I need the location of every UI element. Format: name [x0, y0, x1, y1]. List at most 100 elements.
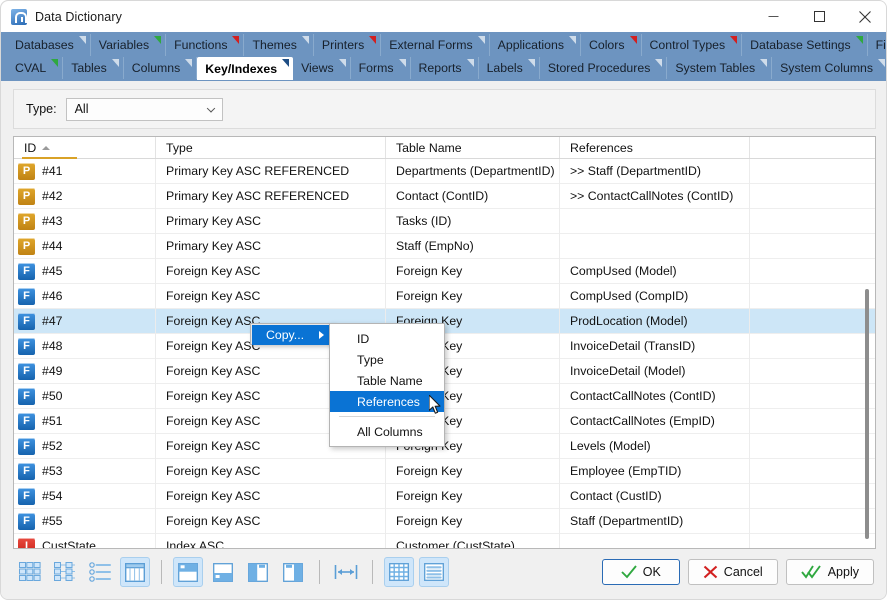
primary-key-icon: P: [18, 237, 35, 255]
table-row[interactable]: I CustState Index ASC Customer (CustState): [14, 533, 875, 548]
tab-label: System Columns: [780, 61, 874, 75]
tab-forms[interactable]: Forms: [350, 57, 411, 79]
ok-button[interactable]: OK: [601, 559, 680, 585]
cell-id-label: #46: [42, 289, 63, 303]
cell-references-label: CompUsed (Model): [570, 264, 677, 278]
column-header-blank[interactable]: [750, 137, 875, 158]
bottom-toolbar: OK Cancel Apply: [1, 551, 886, 599]
tab-label: Views: [301, 61, 334, 75]
context-menu-item-type[interactable]: Type: [330, 349, 444, 370]
cell-type-label: Primary Key ASC: [166, 214, 261, 228]
tab-tables[interactable]: Tables: [63, 57, 124, 79]
tab-databases[interactable]: Databases: [7, 34, 91, 56]
cell-type: Primary Key ASC REFERENCED: [156, 183, 386, 209]
tab-themes[interactable]: Themes: [244, 34, 314, 56]
tab-reports[interactable]: Reports: [410, 57, 479, 79]
cell-references-label: >> ContactCallNotes (ContID): [570, 189, 734, 203]
list-view-icon[interactable]: [85, 557, 115, 587]
column-header-type[interactable]: Type: [156, 137, 386, 158]
context-menu-item-table-name[interactable]: Table Name: [330, 370, 444, 391]
tab-variables[interactable]: Variables: [90, 34, 167, 56]
tab-control-types[interactable]: Control Types: [641, 34, 743, 56]
cell-table-name: Foreign Key: [386, 508, 560, 534]
grid-vertical-scrollbar[interactable]: [861, 139, 873, 546]
tab-label: Database Settings: [750, 38, 851, 52]
tab-functions[interactable]: Functions: [166, 34, 245, 56]
cell-type-label: Foreign Key ASC: [166, 264, 261, 278]
tree-view-icon[interactable]: [50, 557, 80, 587]
maximize-button[interactable]: [796, 1, 842, 32]
layout-left-icon[interactable]: [243, 557, 273, 587]
apply-button[interactable]: Apply: [785, 559, 874, 585]
column-header-id[interactable]: ID: [14, 137, 156, 159]
cell-id: F #45: [14, 258, 156, 284]
table-row[interactable]: P #43 Primary Key ASC Tasks (ID): [14, 208, 875, 234]
tab-files[interactable]: Files: [867, 34, 886, 56]
tab-database-settings[interactable]: Database Settings: [742, 34, 868, 56]
tab-label: Labels: [486, 61, 523, 75]
tab-label: External Forms: [389, 38, 473, 52]
layout-top-icon[interactable]: [173, 557, 203, 587]
context-menu-item-references[interactable]: References: [330, 391, 444, 412]
cell-references: Staff (DepartmentID): [560, 508, 750, 534]
scrollbar-thumb[interactable]: [865, 289, 869, 539]
type-filter-select[interactable]: All: [65, 97, 223, 121]
cell-type: Primary Key ASC: [156, 233, 386, 259]
cell-id-label: #45: [42, 264, 63, 278]
table-row[interactable]: F #55 Foreign Key ASC Foreign Key Staff (Dep…: [14, 508, 875, 534]
tab-printers[interactable]: Printers: [313, 34, 382, 56]
tab-applications[interactable]: Applications: [489, 34, 581, 56]
cell-table-name-label: Foreign Key: [396, 289, 463, 303]
column-header-label: ID: [24, 140, 37, 155]
cell-references-label: Contact (CustID): [570, 489, 662, 503]
layout-right-icon[interactable]: [278, 557, 308, 587]
cell-type-label: Primary Key ASC REFERENCED: [166, 164, 350, 178]
table-row[interactable]: F #53 Foreign Key ASC Foreign Key Employee (…: [14, 458, 875, 484]
table-row[interactable]: F #45 Foreign Key ASC Foreign Key CompUsed (…: [14, 258, 875, 284]
fit-width-icon[interactable]: [331, 557, 361, 587]
table-row[interactable]: F #54 Foreign Key ASC Foreign Key Contact (C…: [14, 483, 875, 509]
table-row[interactable]: P #42 Primary Key ASC REFERENCED Contact (C…: [14, 183, 875, 209]
cell-id: F #53: [14, 458, 156, 484]
tab-stored-procedures[interactable]: Stored Procedures: [539, 57, 668, 79]
cell-table-name-label: Foreign Key: [396, 489, 463, 503]
cell-references: [560, 208, 750, 234]
tab-colors[interactable]: Colors: [580, 34, 642, 56]
cell-blank: [750, 509, 875, 534]
table-row[interactable]: P #44 Primary Key ASC Staff (EmpNo): [14, 233, 875, 259]
table-grid-icon[interactable]: [384, 557, 414, 587]
cell-references: ContactCallNotes (EmpID): [560, 408, 750, 434]
layout-bottom-icon[interactable]: [208, 557, 238, 587]
tab-external-forms[interactable]: External Forms: [381, 34, 490, 56]
table-rows-icon[interactable]: [419, 557, 449, 587]
cell-references-label: ContactCallNotes (EmpID): [570, 414, 715, 428]
column-header-references[interactable]: References: [560, 137, 750, 158]
submenu-arrow-icon: [319, 331, 324, 339]
tab-system-columns[interactable]: System Columns: [772, 57, 886, 79]
tab-label: Variables: [98, 38, 150, 52]
tab-views[interactable]: Views: [293, 57, 351, 79]
cell-table-name: Tasks (ID): [386, 208, 560, 234]
context-menu-item-all-columns[interactable]: All Columns: [330, 421, 444, 442]
minimize-button[interactable]: [750, 1, 796, 32]
foreign-key-icon: F: [18, 287, 35, 305]
table-row[interactable]: F #46 Foreign Key ASC Foreign Key CompUsed (…: [14, 283, 875, 309]
context-menu-item-copy[interactable]: Copy...: [252, 325, 332, 345]
tab-system-tables[interactable]: System Tables: [667, 57, 773, 79]
foreign-key-icon: F: [18, 312, 35, 330]
cancel-button[interactable]: Cancel: [687, 559, 778, 585]
tab-labels[interactable]: Labels: [478, 57, 540, 79]
tab-columns[interactable]: Columns: [123, 57, 198, 79]
tab-key-indexes[interactable]: Key/Indexes: [197, 57, 294, 80]
thumbnails-view-icon[interactable]: [15, 557, 45, 587]
close-button[interactable]: [842, 1, 886, 32]
tab-corner-icon: [338, 59, 346, 67]
context-menu-item-id[interactable]: ID: [330, 328, 444, 349]
cell-id: F #52: [14, 433, 156, 459]
grid-view-icon[interactable]: [120, 557, 150, 587]
table-row[interactable]: P #41 Primary Key ASC REFERENCED Department…: [14, 158, 875, 184]
cell-blank: [750, 259, 875, 284]
context-menu-item-label: All Columns: [357, 424, 423, 439]
column-header-table-name[interactable]: Table Name: [386, 137, 560, 158]
tab-cval[interactable]: CVAL: [7, 57, 64, 79]
